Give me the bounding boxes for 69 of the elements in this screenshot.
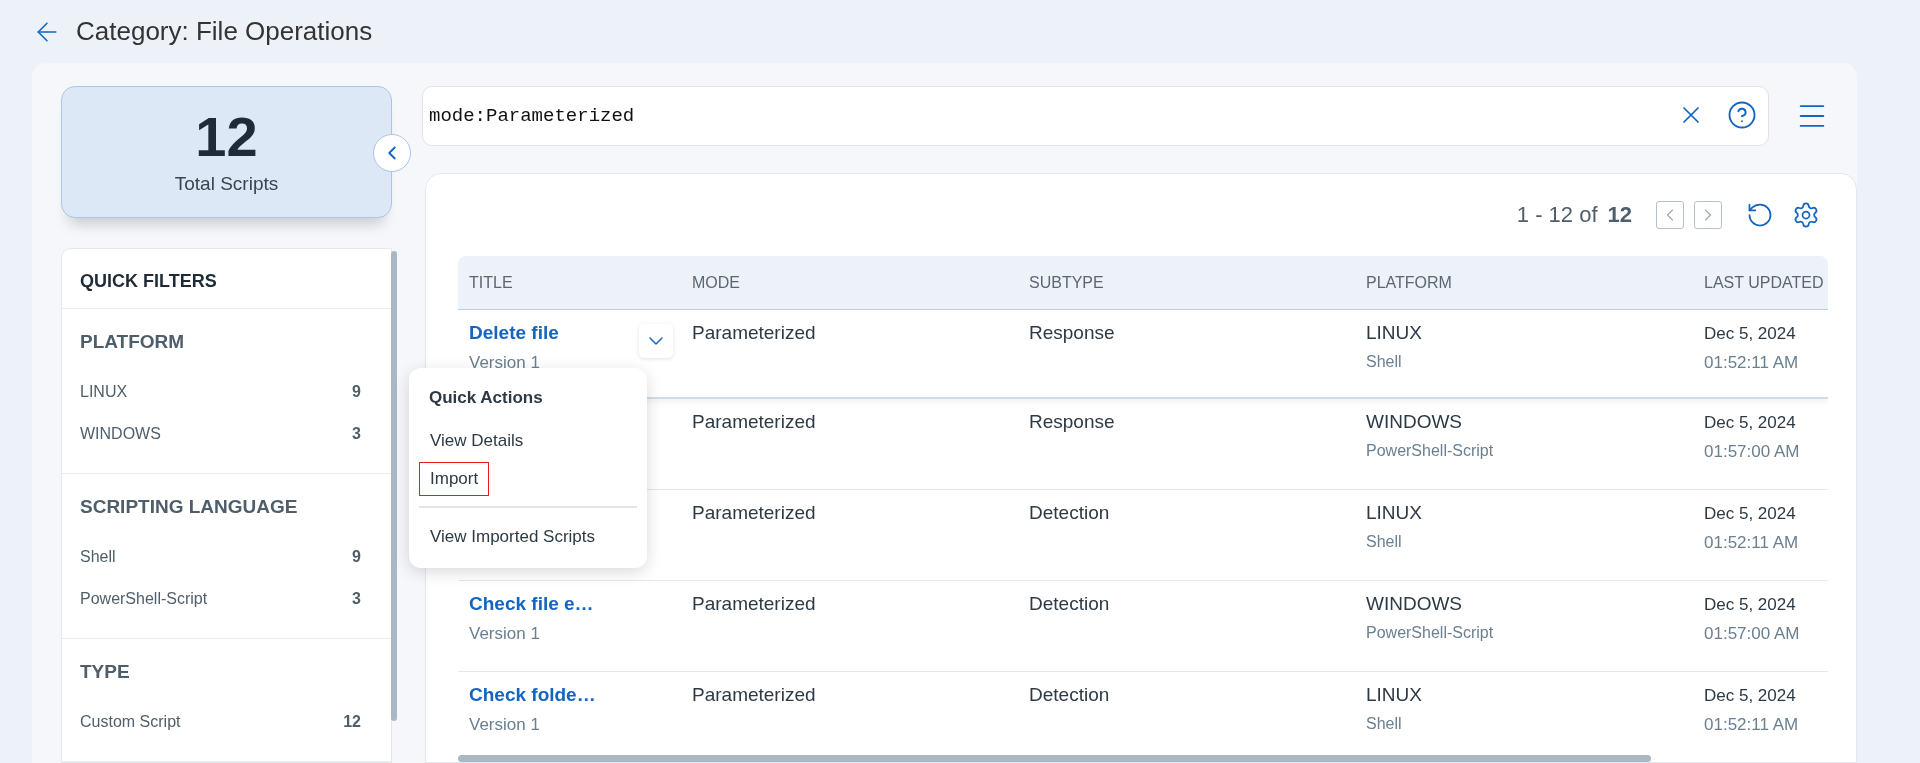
platform-text: LINUX xyxy=(1366,502,1423,524)
subtype-cell-text: Response xyxy=(1029,322,1116,344)
column-header[interactable]: PLATFORM xyxy=(1355,273,1693,292)
platform-text: LINUX xyxy=(1366,684,1423,706)
platform-text: WINDOWS xyxy=(1366,411,1464,433)
date-text: Dec 5, 2024 xyxy=(1704,595,1797,615)
filter-count: 3 xyxy=(352,425,361,443)
table-row[interactable]: Check file e… Version 1 Parameterized Detection WINDOWS PowerShell-Script Dec 5, 2024 01:57:00 AM xyxy=(458,581,1828,672)
filter-section-title: SCRIPTING LANGUAGE xyxy=(80,496,299,518)
subtype-cell-text: Response xyxy=(1029,411,1116,433)
pagination-range: 1 - 12 of xyxy=(1516,202,1598,228)
filter-option[interactable]: PowerShell-Script xyxy=(80,590,208,608)
mode-cell-text: Parameterized xyxy=(692,502,817,524)
filter-count: 12 xyxy=(343,713,361,731)
filter-option[interactable]: WINDOWS xyxy=(80,425,161,443)
filter-section-title: PLATFORM xyxy=(80,331,186,353)
mode-cell-text: Parameterized xyxy=(692,593,817,615)
filter-count: 9 xyxy=(352,383,361,401)
column-header[interactable]: LAST UPDATED xyxy=(1693,273,1828,292)
column-header[interactable]: SUBTYPE xyxy=(1018,273,1355,292)
date-text: Dec 5, 2024 xyxy=(1704,686,1797,706)
platform-text: LINUX xyxy=(1366,322,1423,344)
time-text: 01:52:11 AM xyxy=(1704,533,1800,553)
language-text: Shell xyxy=(1366,353,1403,371)
platform-text: WINDOWS xyxy=(1366,593,1464,615)
subtype-cell-text: Detection xyxy=(1029,502,1111,524)
mode-cell-text: Parameterized xyxy=(692,411,817,433)
version-text: Version 1 xyxy=(469,353,541,373)
language-text: Shell xyxy=(1366,533,1403,551)
date-text: Dec 5, 2024 xyxy=(1704,324,1797,344)
language-text: PowerShell-Script xyxy=(1366,442,1495,460)
time-text: 01:57:00 AM xyxy=(1704,624,1801,644)
script-title-link[interactable]: Check file e… xyxy=(469,593,594,615)
filter-section-title: TYPE xyxy=(80,661,131,683)
version-text: Version 1 xyxy=(469,715,541,735)
filter-count: 3 xyxy=(352,590,361,608)
total-label: Total Scripts xyxy=(174,173,279,195)
mode-cell-text: Parameterized xyxy=(692,322,817,344)
help-icon[interactable] xyxy=(1727,100,1757,130)
date-text: Dec 5, 2024 xyxy=(1704,504,1797,524)
page-title: Category: File Operations xyxy=(76,16,373,47)
settings-icon[interactable] xyxy=(1792,201,1820,229)
row-actions-button[interactable] xyxy=(639,324,673,358)
script-title-link[interactable]: Delete file xyxy=(469,322,559,344)
filter-option[interactable]: LINUX xyxy=(80,383,128,401)
mode-cell-text: Parameterized xyxy=(692,684,817,706)
column-header[interactable]: TITLE xyxy=(458,273,681,292)
subtype-cell-text: Detection xyxy=(1029,593,1111,615)
column-header[interactable]: MODE xyxy=(681,273,1018,292)
language-text: Shell xyxy=(1366,715,1403,733)
pagination-total: 12 xyxy=(1607,202,1632,228)
horizontal-scrollbar[interactable] xyxy=(458,755,1651,762)
version-text: Version 1 xyxy=(469,624,541,644)
refresh-icon[interactable] xyxy=(1746,201,1774,229)
time-text: 01:52:11 AM xyxy=(1704,353,1800,373)
menu-item[interactable]: Import xyxy=(419,462,490,496)
filter-option[interactable]: Shell xyxy=(80,548,116,566)
filter-count: 9 xyxy=(352,548,361,566)
time-text: 01:57:00 AM xyxy=(1704,442,1801,462)
scrollbar[interactable] xyxy=(391,251,397,721)
script-title-link[interactable]: Check folde… xyxy=(469,684,596,706)
language-text: PowerShell-Script xyxy=(1366,624,1495,642)
search-field[interactable]: mode:Parameterized xyxy=(422,86,1769,146)
subtype-cell-text: Detection xyxy=(1029,684,1111,706)
time-text: 01:52:11 AM xyxy=(1704,715,1800,735)
filter-option[interactable]: Custom Script xyxy=(80,713,181,731)
date-text: Dec 5, 2024 xyxy=(1704,413,1797,433)
total-count: 12 xyxy=(195,109,258,165)
filters-heading: QUICK FILTERS xyxy=(62,249,391,309)
